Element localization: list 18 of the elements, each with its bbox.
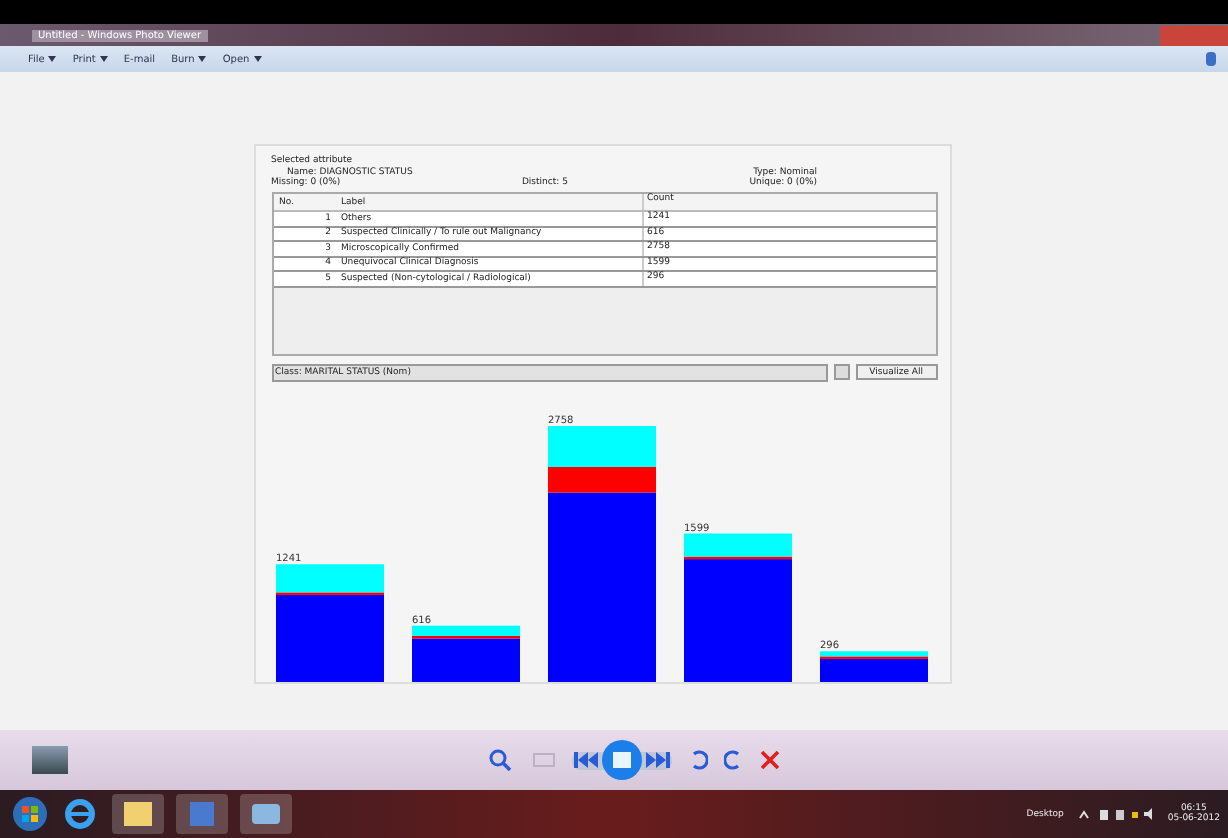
rotate-left-icon[interactable] [688,750,708,770]
caret-icon[interactable] [253,56,262,62]
start-icon[interactable] [12,796,48,832]
rotate-right-icon[interactable] [724,750,744,770]
next-icon[interactable] [644,752,672,768]
browser-icon[interactable] [60,796,100,832]
tray-icons[interactable] [1075,806,1156,822]
photo-viewer-icon[interactable] [240,794,292,834]
caret-icon[interactable] [99,56,108,62]
slideshow-icon[interactable] [602,740,642,780]
previous-icon[interactable] [572,752,600,768]
caret-icon[interactable] [48,56,57,62]
caret-icon[interactable] [198,56,207,62]
folder-icon[interactable] [112,794,164,834]
zoom-icon[interactable] [488,748,516,772]
thumbnail-icon [32,746,68,774]
delete-icon[interactable] [760,750,780,770]
help-icon[interactable] [1206,52,1216,66]
